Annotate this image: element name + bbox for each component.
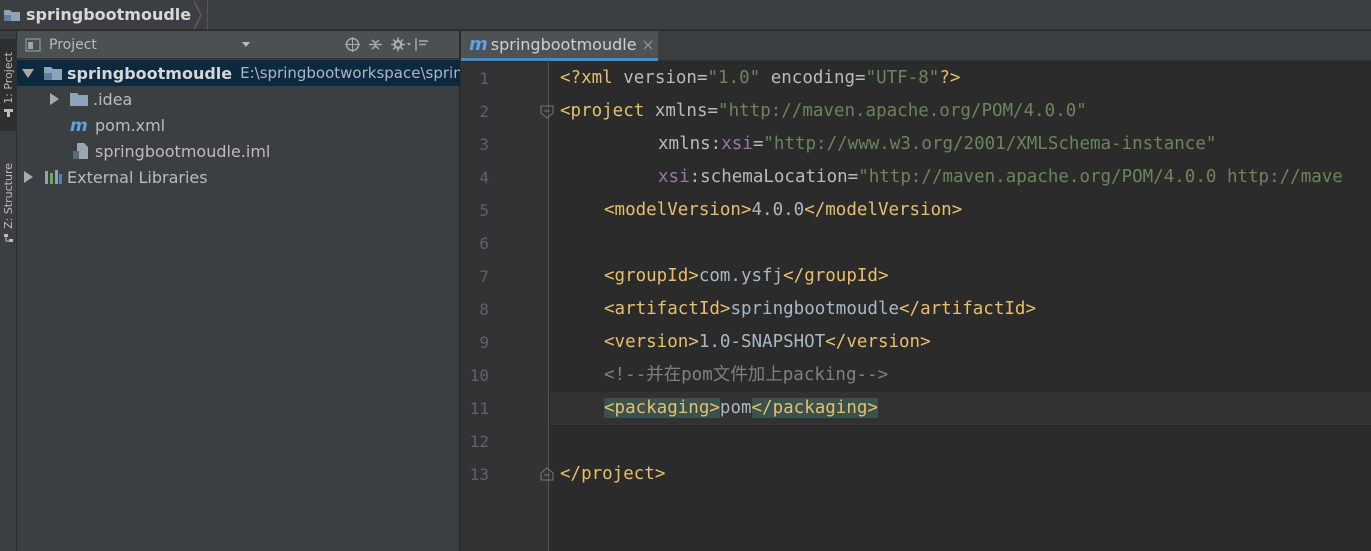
code-line-1: <?xml version="1.0" encoding="UTF-8"?> — [560, 68, 961, 88]
module-folder-icon — [3, 8, 21, 22]
project-panel-toolbar — [344, 36, 430, 53]
code-line-9: <version>1.0-SNAPSHOT</version> — [604, 332, 931, 352]
tree-item-iml[interactable]: springbootmoudle.iml — [17, 138, 460, 164]
line-number: 12 — [469, 432, 489, 451]
line-number: 2 — [479, 102, 489, 121]
code-line-5: <modelVersion>4.0.0</modelVersion> — [604, 200, 963, 220]
left-tool-strip: 1: Project Z: Structure — [0, 31, 17, 551]
project-panel-header: Project — [17, 31, 459, 59]
code-line-3: xmlns:xsi="http://www.w3.org/2001/XMLSch… — [658, 134, 1217, 154]
tool-tab-structure-label: Z: Structure — [2, 163, 15, 229]
code-line-8: <artifactId>springbootmoudle</artifactId… — [604, 299, 1036, 319]
iml-file-icon — [71, 142, 91, 160]
line-number: 6 — [479, 234, 489, 253]
structure-tool-icon — [4, 233, 13, 242]
code-line-13: </project> — [560, 464, 666, 484]
locate-icon[interactable] — [344, 36, 361, 53]
tool-tab-structure[interactable]: Z: Structure — [0, 153, 17, 253]
line-number: 3 — [479, 135, 489, 154]
line-number: 7 — [479, 267, 489, 286]
expand-arrow-closed-icon[interactable] — [47, 92, 61, 106]
tree-item-label: springbootmoudle — [67, 63, 233, 83]
tree-item-label: pom.xml — [95, 115, 166, 135]
project-view-selector[interactable]: Project — [49, 37, 97, 53]
tree-item-pom-xml[interactable]: m pom.xml — [17, 112, 460, 138]
editor-area: m springbootmoudle 1 2 3 4 5 6 7 8 9 10 … — [461, 31, 1371, 551]
close-icon[interactable] — [643, 40, 653, 50]
tree-item-springbootmoudle[interactable]: springbootmoudle E:\springbootworkspace\… — [17, 60, 460, 86]
line-number: 13 — [469, 465, 489, 484]
editor-tab-bar: m springbootmoudle — [461, 31, 1371, 61]
tree-item-idea[interactable]: .idea — [17, 86, 460, 112]
navigation-bar: springbootmoudle — [0, 0, 1371, 30]
line-number: 4 — [479, 168, 489, 187]
tree-item-label: External Libraries — [67, 167, 208, 187]
line-number: 8 — [479, 300, 489, 319]
project-tool-window: Project springbootmoudle E:\springbootwo… — [17, 31, 460, 551]
tree-item-label: springbootmoudle.iml — [95, 141, 271, 161]
line-number: 9 — [479, 333, 489, 352]
project-view-icon — [25, 38, 41, 51]
line-number: 11 — [469, 399, 489, 418]
svg-text:m: m — [70, 116, 88, 134]
line-number: 1 — [479, 69, 489, 88]
tool-tab-project-label: 1: Project — [2, 52, 15, 104]
tool-tab-project[interactable]: 1: Project — [0, 39, 17, 131]
line-number: 10 — [469, 366, 489, 385]
breadcrumb-label: springbootmoudle — [26, 5, 192, 24]
chevron-down-icon[interactable] — [241, 39, 251, 49]
code-line-2: <project xmlns="http://maven.apache.org/… — [560, 101, 1087, 121]
gear-icon[interactable] — [390, 36, 411, 53]
maven-icon: m — [469, 34, 488, 55]
breadcrumb-chevron-icon — [193, 0, 202, 29]
expand-arrow-open-icon[interactable] — [21, 66, 35, 80]
code-line-7: <groupId>com.ysfj</groupId> — [604, 266, 889, 286]
line-number-gutter: 1 2 3 4 5 6 7 8 9 10 11 12 13 — [461, 62, 554, 551]
collapse-all-icon[interactable] — [367, 36, 384, 53]
code-line-10: <!--并在pom文件加上packing--> — [604, 365, 889, 385]
tree-item-external-libraries[interactable]: External Libraries — [17, 164, 460, 190]
code-line-11: <packaging>pom</packaging> — [604, 398, 878, 418]
editor-tab-pom[interactable]: m springbootmoudle — [461, 31, 658, 61]
code-line-4: xsi:schemaLocation="http://maven.apache.… — [658, 167, 1343, 187]
folder-icon — [69, 90, 89, 108]
libraries-icon — [43, 168, 63, 186]
tree-item-label: .idea — [93, 89, 133, 109]
editor-tab-label: springbootmoudle — [490, 35, 637, 54]
tree-item-path: E:\springbootworkspace\sprin — [240, 64, 460, 82]
project-tool-icon — [4, 108, 13, 117]
expand-arrow-closed-icon[interactable] — [21, 170, 35, 184]
line-number: 5 — [479, 201, 489, 220]
hide-panel-icon[interactable] — [413, 36, 430, 53]
breadcrumb-project[interactable]: springbootmoudle — [0, 0, 209, 30]
module-folder-icon — [43, 64, 63, 82]
code-editor[interactable]: <?xml version="1.0" encoding="UTF-8"?> <… — [550, 62, 1371, 551]
maven-icon: m — [69, 116, 91, 136]
